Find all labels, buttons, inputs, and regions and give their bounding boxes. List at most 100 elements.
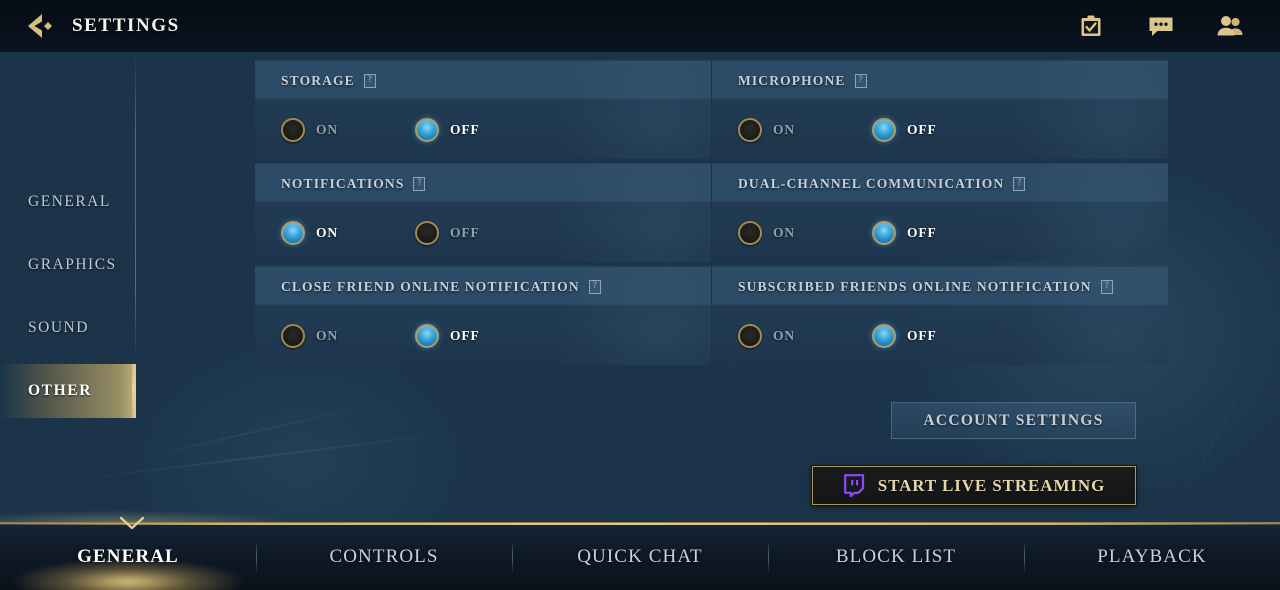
chat-bubble-icon[interactable] [1146,11,1176,41]
sidebar-item-general[interactable]: GENERAL [0,175,136,229]
panel-title: CLOSE FRIEND ONLINE NOTIFICATION [281,278,580,294]
radio-option-off[interactable]: OFF [415,118,480,142]
sidebar-item-label: GENERAL [28,193,111,210]
radio-option-off[interactable]: OFF [872,324,937,348]
tab-quick-chat[interactable]: QUICK CHAT [512,523,768,590]
radio-button[interactable] [415,118,439,142]
active-tab-chevron-icon [119,516,145,530]
account-settings-label: ACCOUNT SETTINGS [923,411,1104,429]
help-icon[interactable]: ? [363,73,376,88]
bottom-tab-bar: GENERAL CONTROLS QUICK CHAT BLOCK LIST P… [0,522,1280,590]
radio-button[interactable] [415,324,439,348]
start-live-streaming-label: START LIVE STREAMING [877,475,1106,495]
background-streak [1158,315,1280,546]
tab-block-list[interactable]: BLOCK LIST [768,523,1024,590]
help-icon[interactable]: ? [588,279,601,294]
radio-button[interactable] [281,221,305,245]
panel-title: MICROPHONE [738,72,846,88]
radio-option-off[interactable]: OFF [415,324,480,348]
radio-button[interactable] [281,324,305,348]
setting-panel-microphone: MICROPHONE ? ON OFF [712,60,1168,159]
radio-option-on[interactable]: ON [738,118,872,142]
tab-label: GENERAL [77,546,179,567]
sidebar-item-label: GRAPHICS [28,256,117,273]
sidebar-item-sound[interactable]: SOUND [0,301,136,355]
radio-label: OFF [450,122,480,137]
radio-option-on[interactable]: ON [281,221,415,245]
help-icon[interactable]: ? [413,176,426,191]
radio-label: ON [316,328,339,343]
setting-panel-close-friend-online-notification: CLOSE FRIEND ONLINE NOTIFICATION ? ON OF… [255,266,711,365]
radio-label: OFF [450,328,480,343]
radio-button[interactable] [738,324,762,348]
sidebar-item-label: OTHER [28,382,92,399]
radio-option-on[interactable]: ON [281,118,415,142]
setting-panel-dual-channel-communication: DUAL-CHANNEL COMMUNICATION ? ON OFF [712,163,1168,262]
panel-header: SUBSCRIBED FRIENDS ONLINE NOTIFICATION ? [712,267,1168,306]
radio-label: OFF [907,328,937,343]
radio-label: OFF [907,122,937,137]
radio-button[interactable] [415,221,439,245]
panel-body: ON OFF [255,203,711,262]
setting-panel-notifications: NOTIFICATIONS ? ON OFF [255,163,711,262]
tab-controls[interactable]: CONTROLS [256,523,512,590]
radio-label: ON [773,328,796,343]
action-button-group: ACCOUNT SETTINGS START LIVE STREAMING [812,402,1136,505]
radio-option-on[interactable]: ON [738,221,872,245]
help-icon[interactable]: ? [1013,176,1026,191]
panel-header: CLOSE FRIEND ONLINE NOTIFICATION ? [255,267,711,306]
settings-sidebar: GENERAL GRAPHICS SOUND OTHER [0,52,136,520]
radio-option-on[interactable]: ON [738,324,872,348]
panel-title: NOTIFICATIONS [281,175,405,191]
chevron-left-icon [28,14,52,38]
tab-label: PLAYBACK [1097,546,1207,567]
panel-header: STORAGE ? [255,61,711,100]
panel-title: SUBSCRIBED FRIENDS ONLINE NOTIFICATION [738,278,1092,294]
account-settings-button[interactable]: ACCOUNT SETTINGS [891,402,1136,439]
radio-label: OFF [450,225,480,240]
header-icon-group [1076,11,1246,41]
panel-title: DUAL-CHANNEL COMMUNICATION [738,175,1005,191]
radio-button[interactable] [738,118,762,142]
sidebar-item-other[interactable]: OTHER [0,364,136,418]
start-live-streaming-button[interactable]: START LIVE STREAMING [812,466,1136,505]
page-title: SETTINGS [72,15,180,36]
radio-label: ON [773,122,796,137]
radio-label: OFF [907,225,937,240]
radio-label: ON [316,225,339,240]
panel-body: ON OFF [255,100,711,159]
radio-option-off[interactable]: OFF [872,221,937,245]
help-icon[interactable]: ? [854,73,867,88]
panel-title: STORAGE [281,72,355,88]
back-button[interactable] [22,9,64,43]
radio-option-off[interactable]: OFF [872,118,937,142]
panel-body: ON OFF [712,100,1168,159]
panel-body: ON OFF [712,306,1168,365]
radio-button[interactable] [738,221,762,245]
setting-panel-subscribed-friends-online-notification: SUBSCRIBED FRIENDS ONLINE NOTIFICATION ?… [712,266,1168,365]
friends-icon[interactable] [1216,11,1246,41]
sidebar-item-graphics[interactable]: GRAPHICS [0,238,136,292]
panel-header: MICROPHONE ? [712,61,1168,100]
tab-playback[interactable]: PLAYBACK [1024,523,1280,590]
tab-label: CONTROLS [329,546,439,567]
top-header: SETTINGS [0,0,1280,52]
radio-option-off[interactable]: OFF [415,221,480,245]
tab-general[interactable]: GENERAL [0,523,256,590]
radio-button[interactable] [872,324,896,348]
radio-button[interactable] [281,118,305,142]
panel-header: NOTIFICATIONS ? [255,164,711,203]
radio-button[interactable] [872,221,896,245]
panel-body: ON OFF [255,306,711,365]
radio-button[interactable] [872,118,896,142]
background-streak [113,396,407,465]
panel-body: ON OFF [712,203,1168,262]
tab-label: QUICK CHAT [577,546,703,567]
help-icon[interactable]: ? [1100,279,1113,294]
radio-label: ON [316,122,339,137]
radio-label: ON [773,225,796,240]
radio-option-on[interactable]: ON [281,324,415,348]
twitch-icon [843,474,864,497]
tab-label: BLOCK LIST [835,546,957,567]
missions-checklist-icon[interactable] [1076,11,1106,41]
